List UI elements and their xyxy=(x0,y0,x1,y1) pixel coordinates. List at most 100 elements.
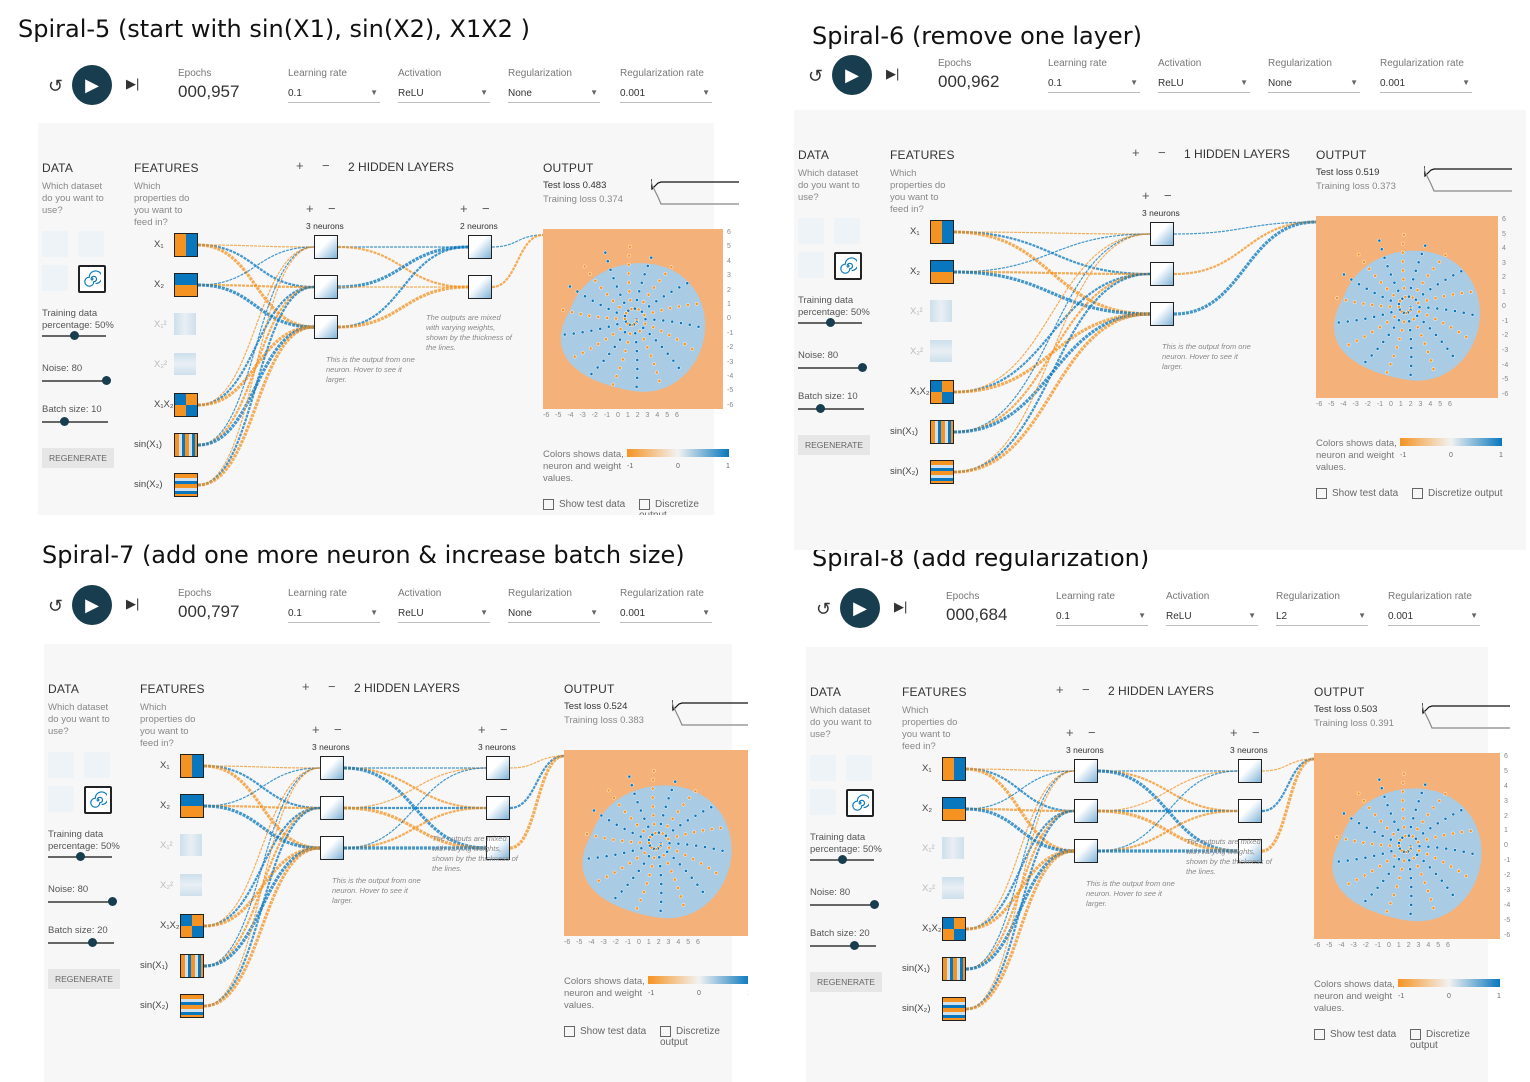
neuron[interactable] xyxy=(1074,759,1098,783)
weight-line[interactable] xyxy=(1097,770,1239,812)
feature-x1[interactable] xyxy=(180,754,204,778)
neuron[interactable] xyxy=(1074,839,1098,863)
show-test-data-checkbox[interactable]: Show test data xyxy=(543,499,625,510)
reset-icon[interactable]: ↺ xyxy=(808,66,823,87)
show-test-data-checkbox[interactable]: Show test data xyxy=(1314,1029,1396,1040)
act-select[interactable]: ReLU ▼ xyxy=(398,608,490,623)
lr-select[interactable]: 0.1 ▼ xyxy=(1056,611,1148,626)
add-neuron-button[interactable]: + xyxy=(1066,725,1074,740)
slider-knob[interactable] xyxy=(826,318,835,327)
weight-line[interactable] xyxy=(953,272,1151,434)
discretize-output-checkbox[interactable]: Discretize output xyxy=(639,499,714,515)
regenerate-button[interactable]: REGENERATE xyxy=(42,448,114,468)
dataset-option[interactable] xyxy=(810,789,836,815)
dataset-option[interactable] xyxy=(42,231,68,257)
add-layer-button[interactable]: + xyxy=(296,158,304,173)
feature-sin2[interactable] xyxy=(174,473,198,497)
neuron[interactable] xyxy=(468,275,492,299)
slider-knob[interactable] xyxy=(70,331,79,340)
feature-x1sq[interactable] xyxy=(942,837,964,859)
reset-icon[interactable]: ↺ xyxy=(48,596,63,617)
play-button[interactable]: ▶ xyxy=(72,585,112,625)
feature-x1sq[interactable] xyxy=(180,834,202,856)
slider-knob[interactable] xyxy=(850,941,859,950)
neuron[interactable] xyxy=(1074,799,1098,823)
add-layer-button[interactable]: + xyxy=(1132,145,1140,160)
weight-line[interactable] xyxy=(965,770,1075,970)
act-select[interactable]: ReLU ▼ xyxy=(1166,611,1258,626)
feature-sin1[interactable] xyxy=(942,957,966,981)
checkbox-box[interactable] xyxy=(660,1026,671,1037)
output-heatmap[interactable] xyxy=(543,229,723,409)
slider-knob[interactable] xyxy=(88,938,97,947)
neuron[interactable] xyxy=(1238,799,1262,823)
weight-line[interactable] xyxy=(953,312,1151,474)
regenerate-button[interactable]: REGENERATE xyxy=(48,969,120,989)
dataset-option[interactable] xyxy=(48,752,74,778)
regrate-select[interactable]: 0.001 ▼ xyxy=(620,608,712,623)
feature-sin2[interactable] xyxy=(942,997,966,1021)
feature-x1x2[interactable] xyxy=(174,393,198,417)
slider-knob[interactable] xyxy=(102,376,111,385)
neuron[interactable] xyxy=(1238,759,1262,783)
weight-line[interactable] xyxy=(203,767,321,1007)
feature-sin1[interactable] xyxy=(930,420,954,444)
remove-layer-button[interactable]: − xyxy=(328,679,336,694)
remove-neuron-button[interactable]: − xyxy=(328,201,336,216)
feature-x1[interactable] xyxy=(174,233,198,257)
remove-neuron-button[interactable]: − xyxy=(1164,188,1172,203)
checkbox-box[interactable] xyxy=(1314,1029,1325,1040)
slider-knob[interactable] xyxy=(870,900,879,909)
output-heatmap[interactable] xyxy=(564,750,748,936)
step-icon[interactable]: ▶| xyxy=(894,599,907,615)
training-pct-slider[interactable] xyxy=(810,855,874,864)
slider-knob[interactable] xyxy=(60,417,69,426)
weight-line[interactable] xyxy=(1173,220,1317,316)
step-icon[interactable]: ▶| xyxy=(126,596,139,612)
weight-line[interactable] xyxy=(203,806,321,1008)
feature-sin2[interactable] xyxy=(180,994,204,1018)
dataset-option[interactable] xyxy=(810,755,836,781)
weight-line[interactable] xyxy=(965,770,1075,1010)
reg-select[interactable]: None ▼ xyxy=(508,88,600,103)
noise-slider[interactable] xyxy=(48,897,117,906)
feature-x2[interactable] xyxy=(180,794,204,818)
checkbox-box[interactable] xyxy=(564,1026,575,1037)
feature-x2[interactable] xyxy=(174,273,198,297)
lr-select[interactable]: 0.1 ▼ xyxy=(288,88,380,103)
remove-layer-button[interactable]: − xyxy=(322,158,330,173)
feature-x1[interactable] xyxy=(942,757,966,781)
checkbox-box[interactable] xyxy=(543,499,554,510)
training-pct-slider[interactable] xyxy=(798,318,862,327)
dataset-option[interactable] xyxy=(798,252,824,278)
discretize-output-checkbox[interactable]: Discretize output xyxy=(660,1026,732,1048)
lr-select[interactable]: 0.1 ▼ xyxy=(1048,78,1140,93)
training-pct-slider[interactable] xyxy=(42,331,106,340)
noise-slider[interactable] xyxy=(810,900,879,909)
show-test-data-checkbox[interactable]: Show test data xyxy=(1316,488,1398,499)
dataset-option[interactable] xyxy=(78,231,104,257)
add-neuron-button[interactable]: + xyxy=(1230,725,1238,740)
slider-knob[interactable] xyxy=(838,855,847,864)
discretize-output-checkbox[interactable]: Discretize output xyxy=(1412,488,1502,499)
slider-knob[interactable] xyxy=(108,897,117,906)
regrate-select[interactable]: 0.001 ▼ xyxy=(620,88,712,103)
noise-slider[interactable] xyxy=(798,363,867,372)
feature-x1x2[interactable] xyxy=(180,914,204,938)
play-button[interactable]: ▶ xyxy=(72,65,112,105)
add-neuron-button[interactable]: + xyxy=(1142,188,1150,203)
weight-line[interactable] xyxy=(965,809,1075,1011)
step-icon[interactable]: ▶| xyxy=(126,76,139,92)
weight-line[interactable] xyxy=(197,246,315,486)
play-button[interactable]: ▶ xyxy=(832,55,872,95)
remove-layer-button[interactable]: − xyxy=(1158,145,1166,160)
weight-line[interactable] xyxy=(965,849,1075,1011)
remove-neuron-button[interactable]: − xyxy=(500,722,508,737)
neuron[interactable] xyxy=(320,796,344,820)
neuron[interactable] xyxy=(486,756,510,780)
feature-sin1[interactable] xyxy=(180,954,204,978)
play-button[interactable]: ▶ xyxy=(840,588,880,628)
reset-icon[interactable]: ↺ xyxy=(48,76,63,97)
feature-x2sq[interactable] xyxy=(930,340,952,362)
neuron[interactable] xyxy=(1150,222,1174,246)
